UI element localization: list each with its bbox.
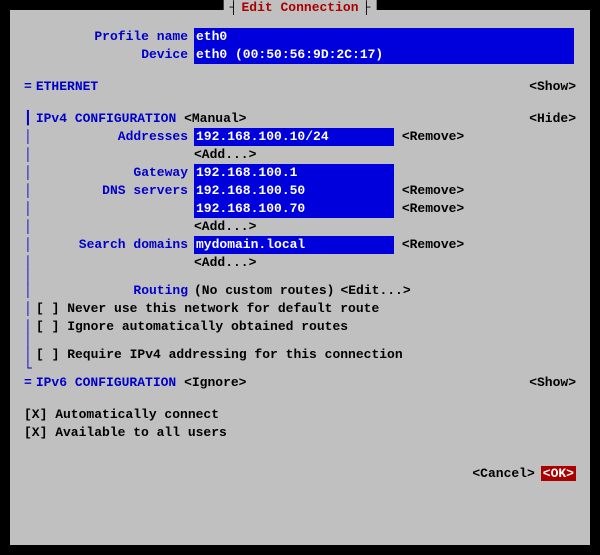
- ipv6-marker: =: [24, 374, 32, 392]
- title-bar: ┤ Edit Connection ├: [224, 0, 377, 15]
- ipv4-label: IPv4 CONFIGURATION: [36, 110, 176, 128]
- search-domain-input-0[interactable]: mydomain.local: [194, 236, 394, 254]
- ipv4-marker: ┃: [24, 110, 32, 128]
- profile-name-label: Profile name: [24, 28, 194, 46]
- ok-button[interactable]: <OK>: [541, 466, 576, 481]
- search-domain-remove-0[interactable]: <Remove>: [402, 236, 464, 254]
- ignore-auto-routes-checkbox[interactable]: [ ] Ignore automatically obtained routes: [36, 318, 348, 336]
- address-remove-0[interactable]: <Remove>: [402, 128, 464, 146]
- gateway-label: Gateway: [36, 164, 194, 182]
- ipv4-bar: │: [24, 128, 36, 146]
- auto-connect-checkbox[interactable]: [X] Automatically connect: [24, 406, 219, 424]
- window-title: Edit Connection: [241, 0, 358, 15]
- device-input[interactable]: eth0 (00:50:56:9D:2C:17): [194, 46, 574, 64]
- routing-text: (No custom routes): [194, 282, 340, 300]
- dns-add-button[interactable]: <Add...>: [194, 218, 256, 236]
- profile-name-input[interactable]: eth0: [194, 28, 574, 46]
- ethernet-marker: =: [24, 78, 32, 96]
- dns-remove-0[interactable]: <Remove>: [402, 182, 464, 200]
- ethernet-show-button[interactable]: <Show>: [529, 78, 576, 96]
- dns-input-0[interactable]: 192.168.100.50: [194, 182, 394, 200]
- edit-connection-window: ┤ Edit Connection ├ Profile name eth0 De…: [8, 8, 592, 547]
- search-domain-add-button[interactable]: <Add...>: [194, 254, 256, 272]
- search-domains-label: Search domains: [36, 236, 194, 254]
- ipv6-label: IPv6 CONFIGURATION: [36, 374, 176, 392]
- addresses-label: Addresses: [36, 128, 194, 146]
- ipv4-mode-select[interactable]: <Manual>: [184, 110, 246, 128]
- routing-label: Routing: [36, 282, 194, 300]
- dns-input-1[interactable]: 192.168.100.70: [194, 200, 394, 218]
- title-bracket-right: ├: [363, 0, 371, 15]
- all-users-checkbox[interactable]: [X] Available to all users: [24, 424, 227, 442]
- ipv6-mode-select[interactable]: <Ignore>: [184, 374, 246, 392]
- address-input-0[interactable]: 192.168.100.10/24: [194, 128, 394, 146]
- device-label: Device: [24, 46, 194, 64]
- title-bracket-left: ┤: [230, 0, 238, 15]
- dns-label: DNS servers: [36, 182, 194, 200]
- cancel-button[interactable]: <Cancel>: [472, 466, 534, 481]
- routing-edit-button[interactable]: <Edit...>: [340, 282, 410, 300]
- dns-remove-1[interactable]: <Remove>: [402, 200, 464, 218]
- gateway-input[interactable]: 192.168.100.1: [194, 164, 394, 182]
- ipv6-show-button[interactable]: <Show>: [529, 374, 576, 392]
- ipv4-hide-button[interactable]: <Hide>: [529, 110, 576, 128]
- address-add-button[interactable]: <Add...>: [194, 146, 256, 164]
- require-ipv4-checkbox[interactable]: [ ] Require IPv4 addressing for this con…: [36, 346, 403, 364]
- ethernet-label: ETHERNET: [36, 78, 98, 96]
- never-default-checkbox[interactable]: [ ] Never use this network for default r…: [36, 300, 379, 318]
